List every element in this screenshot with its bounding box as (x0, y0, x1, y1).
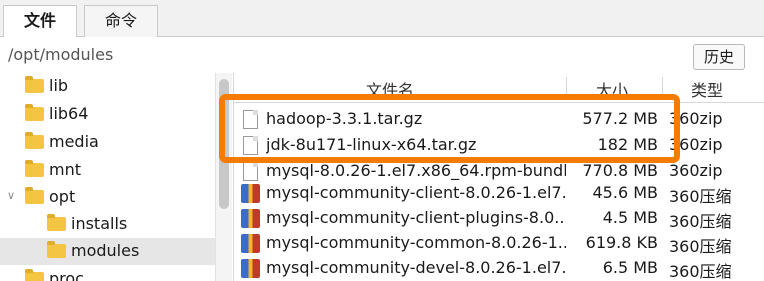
file-name: mysql-community-client-plugins-8.0.... (266, 208, 566, 227)
folder-icon (47, 214, 66, 231)
file-size: 6.5 MB (602, 258, 658, 277)
folder-icon (25, 104, 44, 121)
tab-files[interactable]: 文件 (3, 5, 77, 38)
archive-icon (241, 259, 260, 278)
tree-item-label: lib64 (49, 104, 89, 123)
file-size: 45.6 MB (592, 183, 659, 202)
tree-item-mnt[interactable]: mnt (0, 157, 215, 184)
tree-item-installs[interactable]: installs (0, 211, 215, 238)
highlight-box (219, 94, 680, 163)
tree-item-media[interactable]: media (0, 129, 215, 156)
file-size: 4.5 MB (602, 208, 658, 227)
tree-item-lib64[interactable]: lib64 (0, 101, 215, 128)
folder-icon (25, 160, 44, 177)
file-size: 619.8 KB (585, 233, 658, 252)
tree-item-label: media (49, 132, 99, 151)
tree-item-opt[interactable]: ∨ opt (0, 184, 215, 211)
history-button[interactable]: 历史 (693, 44, 745, 70)
file-type: 360压缩 (669, 262, 732, 281)
tree-item-label: modules (71, 241, 140, 260)
archive-icon (241, 184, 260, 203)
file-type: 360压缩 (669, 212, 732, 231)
file-name: mysql-community-devel-8.0.26-1.el7.x... (266, 258, 566, 277)
tree-item-lib[interactable]: lib (0, 73, 215, 100)
path-bar: /opt/modules 历史 (0, 37, 764, 73)
directory-tree: lib lib64 media mnt ∨ opt installs modul… (0, 73, 215, 281)
chevron-down-icon[interactable]: ∨ (4, 189, 18, 203)
file-type: 360zip (669, 161, 723, 180)
file-name: mysql-community-client-8.0.26-1.el7.... (266, 183, 566, 202)
tab-commands[interactable]: 命令 (84, 5, 158, 37)
tree-item-proc[interactable]: proc (0, 266, 215, 281)
tree-item-label: proc (49, 269, 84, 281)
file-type: 360压缩 (669, 187, 732, 206)
tree-item-label: opt (49, 187, 76, 206)
folder-icon (47, 241, 66, 258)
file-name: mysql-community-common-8.0.26-1.... (266, 233, 566, 252)
list-item[interactable]: mysql-community-common-8.0.26-1.... 619.… (234, 231, 764, 256)
file-name: mysql-8.0.26-1.el7.x86_64.rpm-bundle... (266, 161, 566, 180)
file-size: 770.8 MB (582, 161, 658, 180)
list-item[interactable]: mysql-community-client-8.0.26-1.el7.... … (234, 181, 764, 206)
folder-icon (25, 76, 44, 93)
folder-icon (25, 187, 44, 204)
tree-item-label: lib (49, 76, 69, 95)
list-item[interactable]: mysql-community-client-plugins-8.0.... 4… (234, 206, 764, 231)
list-item[interactable]: mysql-community-devel-8.0.26-1.el7.x... … (234, 256, 764, 281)
folder-icon (25, 132, 44, 149)
folder-icon (25, 269, 44, 281)
archive-icon (241, 234, 260, 253)
column-header-type[interactable]: 类型 (691, 77, 723, 101)
tree-item-label: mnt (49, 160, 81, 179)
tree-item-modules[interactable]: modules (0, 238, 215, 265)
tree-item-label: installs (71, 214, 128, 233)
path-input[interactable]: /opt/modules (8, 45, 113, 64)
archive-icon (241, 209, 260, 228)
file-icon (243, 162, 258, 181)
tab-bar: 文件 命令 (0, 0, 764, 38)
file-type: 360压缩 (669, 237, 732, 256)
